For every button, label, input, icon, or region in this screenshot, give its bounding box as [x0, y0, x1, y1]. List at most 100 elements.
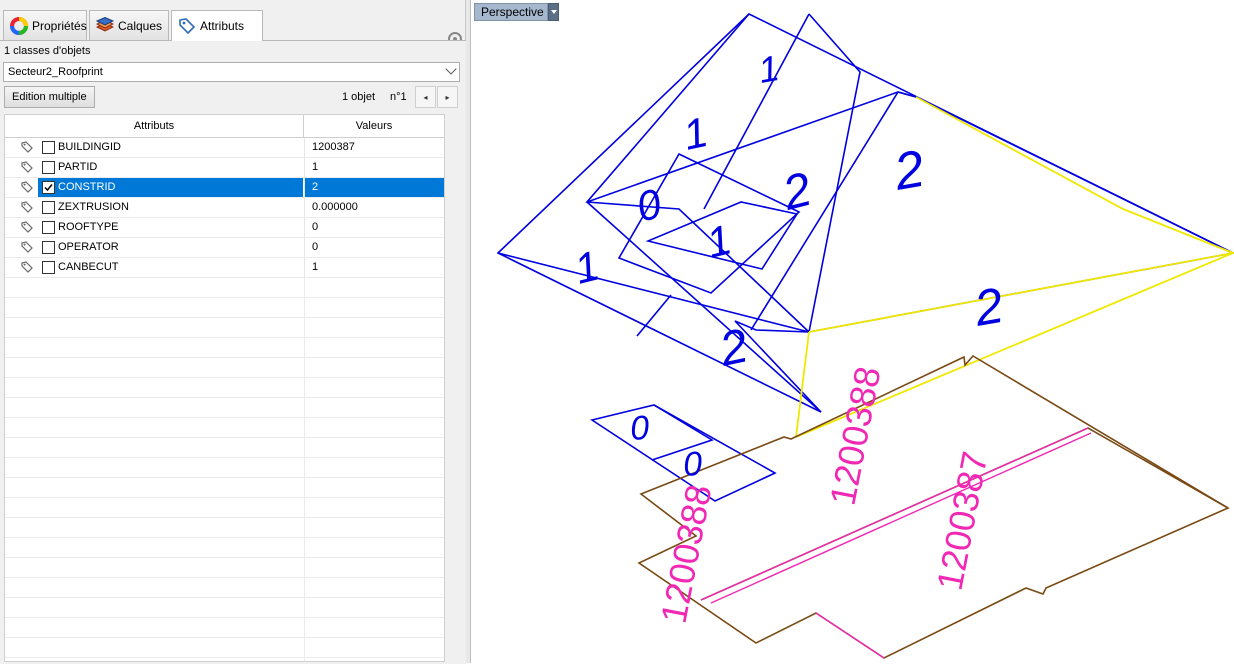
- tab-attributs-label: Attributs: [200, 19, 245, 33]
- empty-row: [5, 578, 444, 598]
- roof-label-8: 2: [714, 319, 752, 377]
- empty-row: [5, 338, 444, 358]
- column-header-valeurs[interactable]: Valeurs: [304, 115, 444, 137]
- table-row[interactable]: PARTID 1: [5, 158, 444, 178]
- empty-row: [5, 318, 444, 338]
- attributs-panel-body: 1 classes d'objets Secteur2_Roofprint Ed…: [0, 40, 466, 664]
- attribute-value[interactable]: 1: [304, 158, 444, 177]
- building-id-label-1: 1200388: [822, 363, 889, 508]
- empty-row: [5, 618, 444, 638]
- object-index: n°1: [390, 91, 407, 103]
- empty-row: [5, 398, 444, 418]
- table-row[interactable]: OPERATOR 0: [5, 238, 444, 258]
- previous-object-button[interactable]: ◂: [415, 86, 436, 108]
- attribute-checkbox[interactable]: [42, 201, 55, 214]
- table-row[interactable]: CONSTRID 2: [5, 178, 444, 198]
- empty-row: [5, 518, 444, 538]
- tag-icon: [21, 141, 33, 153]
- table-row[interactable]: BUILDINGID 1200387: [5, 138, 444, 158]
- tab-calques[interactable]: Calques: [89, 10, 169, 40]
- roof-label-5: 2: [777, 163, 817, 221]
- tag-icon: [21, 161, 33, 173]
- empty-row: [5, 458, 444, 478]
- attribute-value[interactable]: 0: [304, 218, 444, 237]
- attribute-name: PARTID: [58, 161, 98, 173]
- tag-icon: [21, 261, 33, 273]
- attribute-checkbox[interactable]: [42, 141, 55, 154]
- empty-row: [5, 438, 444, 458]
- tag-icon: [21, 241, 33, 253]
- attribute-value[interactable]: 1: [304, 258, 444, 277]
- tab-calques-label: Calques: [118, 18, 163, 33]
- empty-row: [5, 538, 444, 558]
- roof-label-10: 0: [682, 445, 704, 484]
- attribute-name: BUILDINGID: [58, 141, 121, 153]
- brown-footprint-outline: [637, 354, 1230, 659]
- attribute-name: ZEXTRUSION: [58, 201, 129, 213]
- roof-label-1: 1: [755, 47, 782, 91]
- tab-attributs[interactable]: Attributs: [171, 10, 263, 41]
- magenta-lines: [700, 427, 1092, 659]
- viewport-menu-dropdown[interactable]: [548, 3, 559, 21]
- yellow-face-label: 2: [969, 277, 1007, 337]
- attribute-value[interactable]: 2: [304, 178, 444, 197]
- attribute-value[interactable]: 0.000000: [304, 198, 444, 217]
- empty-row: [5, 638, 444, 658]
- classes-count: 1 classes d'objets: [4, 45, 91, 57]
- object-count: 1 objet: [342, 91, 376, 103]
- attribute-name: OPERATOR: [58, 241, 119, 253]
- roof-label-9: 0: [629, 409, 651, 448]
- layers-icon: [95, 16, 115, 35]
- tag-icon: [21, 221, 33, 233]
- next-object-button[interactable]: ▸: [437, 86, 458, 108]
- edition-multiple-button[interactable]: Edition multiple: [4, 86, 95, 108]
- class-select[interactable]: Secteur2_Roofprint: [3, 62, 460, 82]
- table-row[interactable]: CANBECUT 1: [5, 258, 444, 278]
- tag-icon: [21, 201, 33, 213]
- color-wheel-icon: [10, 16, 28, 35]
- panel-tabs: Propriétés Calques Attributs: [0, 10, 466, 46]
- tag-icon: [178, 17, 196, 35]
- empty-row: [5, 598, 444, 618]
- tab-proprietes[interactable]: Propriétés: [3, 10, 87, 40]
- roof-label-2: 1: [679, 108, 712, 159]
- class-select-value: Secteur2_Roofprint: [8, 66, 103, 78]
- attribute-checkbox[interactable]: [42, 181, 55, 194]
- empty-row: [5, 558, 444, 578]
- empty-row: [5, 378, 444, 398]
- empty-row: [5, 298, 444, 318]
- grid-header: Attributs Valeurs: [5, 115, 444, 138]
- perspective-viewport[interactable]: 1 1 0 1 2 2 1 2 0 0 2 1200388 1200387 12…: [471, 0, 1234, 663]
- grid-scrollbar[interactable]: [445, 114, 461, 662]
- empty-row: [5, 278, 444, 298]
- chevron-down-icon: [445, 63, 457, 75]
- empty-row: [5, 498, 444, 518]
- attribute-name: CONSTRID: [38, 178, 303, 197]
- roof-label-4: 1: [702, 215, 736, 266]
- empty-row: [5, 478, 444, 498]
- building-id-labels: 1200388 1200387 1200388: [653, 363, 996, 626]
- attribute-value[interactable]: 0: [304, 238, 444, 257]
- attribute-checkbox[interactable]: [42, 221, 55, 234]
- attributes-panel: Propriétés Calques Attributs 1 classes d…: [0, 0, 466, 664]
- attribute-checkbox[interactable]: [42, 161, 55, 174]
- building-id-label-3: 1200388: [653, 481, 720, 626]
- empty-row: [5, 358, 444, 378]
- column-header-attributs[interactable]: Attributs: [5, 115, 304, 137]
- attribute-name: ROOFTYPE: [58, 221, 119, 233]
- attribute-name: CANBECUT: [58, 261, 119, 273]
- table-row[interactable]: ROOFTYPE 0: [5, 218, 444, 238]
- attribute-value[interactable]: 1200387: [304, 138, 444, 157]
- attribute-checkbox[interactable]: [42, 261, 55, 274]
- roof-label-3: 0: [632, 179, 667, 230]
- viewport-title[interactable]: Perspective: [474, 3, 548, 21]
- empty-row: [5, 658, 444, 661]
- roof-label-6: 2: [889, 140, 929, 202]
- empty-row: [5, 418, 444, 438]
- tag-icon: [21, 181, 33, 193]
- tab-proprietes-label: Propriétés: [32, 18, 87, 33]
- table-row[interactable]: ZEXTRUSION 0.000000: [5, 198, 444, 218]
- attribute-checkbox[interactable]: [42, 241, 55, 254]
- viewport-scene: 1 1 0 1 2 2 1 2 0 0 2 1200388 1200387 12…: [496, 13, 1234, 659]
- attributes-grid: Attributs Valeurs BUILDINGID 1200387 PARTI…: [4, 114, 445, 662]
